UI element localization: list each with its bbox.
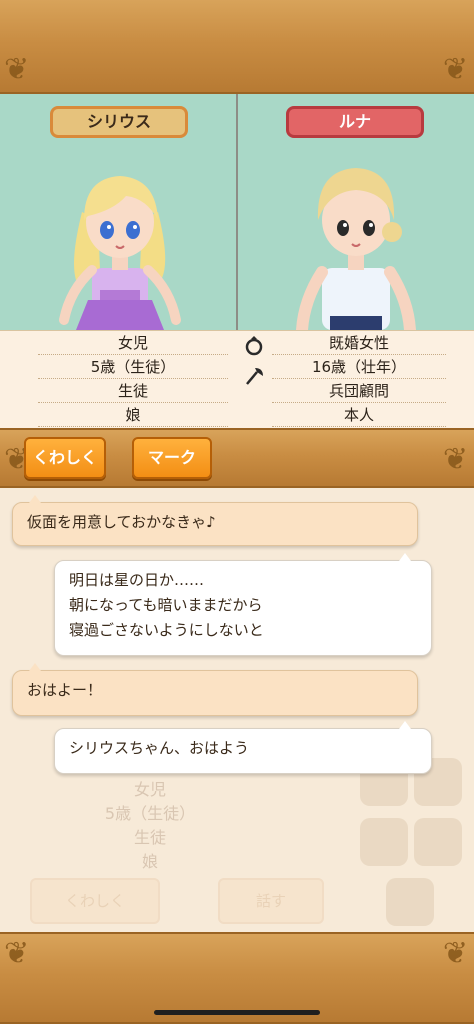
ghost-menu-icon: [386, 878, 434, 926]
chat-bubble-left: 仮面を用意しておかなきゃ♪: [12, 495, 418, 546]
chat-bubble-right: シリウスちゃん、おはよう: [54, 721, 432, 774]
right-info-title: 既婚女性: [272, 331, 446, 355]
ghost-info-job: 生徒: [133, 828, 166, 847]
name-plate-left[interactable]: シリウス: [50, 106, 188, 138]
ghost-detail-button: くわしく: [30, 878, 160, 924]
right-info-relation: 本人: [272, 403, 446, 427]
ghost-talk-button: 話す: [218, 878, 324, 924]
ghost-menu-icon: [414, 818, 462, 866]
chat-text: 仮面を用意しておかなきゃ♪: [27, 513, 216, 531]
ghost-menu-icon: [360, 818, 408, 866]
ring-icon: [240, 334, 268, 358]
detail-button[interactable]: くわしく: [24, 437, 106, 479]
character-portrait-left[interactable]: [40, 150, 200, 330]
ornament-right-icon: ❦: [442, 52, 468, 87]
right-info-age: 16歳（壮年）: [272, 355, 446, 379]
ornament-left-icon: ❦: [4, 52, 30, 87]
left-info-title: 女児: [38, 331, 228, 355]
name-plate-right[interactable]: ルナ: [286, 106, 424, 138]
left-info-job: 生徒: [38, 379, 228, 403]
home-indicator[interactable]: [154, 1010, 320, 1015]
axe-icon: [240, 364, 268, 388]
chat-text: おはよー！: [27, 681, 103, 699]
ghost-info-relation: 娘: [141, 852, 158, 871]
chat-line: 寝過ごさないようにしないと: [69, 621, 264, 639]
top-wood-bar: ❦ ❦: [0, 0, 474, 94]
ornament-right-icon: ❦: [442, 936, 468, 971]
character-portrait-right[interactable]: [276, 150, 436, 330]
left-info-age: 5歳（生徒）: [38, 355, 228, 379]
right-info-job: 兵団顧問: [272, 379, 446, 403]
ornament-left-icon: ❦: [4, 936, 30, 971]
chat-line: 朝になっても暗いままだから: [69, 596, 263, 614]
mark-button[interactable]: マーク: [132, 437, 212, 479]
ghost-info-age: 5歳（生徒）: [104, 804, 196, 823]
ornament-right-icon: ❦: [442, 442, 468, 477]
chat-line: 明日は星の日か……: [69, 571, 205, 589]
left-info-relation: 娘: [38, 403, 228, 427]
chat-bubble-right: 明日は星の日か…… 朝になっても暗いままだから 寝過ごさないようにしないと: [54, 553, 432, 656]
chat-text: シリウスちゃん、おはよう: [69, 739, 250, 757]
chat-bubble-left: おはよー！: [12, 663, 418, 716]
ghost-info-title: 女児: [133, 780, 166, 799]
